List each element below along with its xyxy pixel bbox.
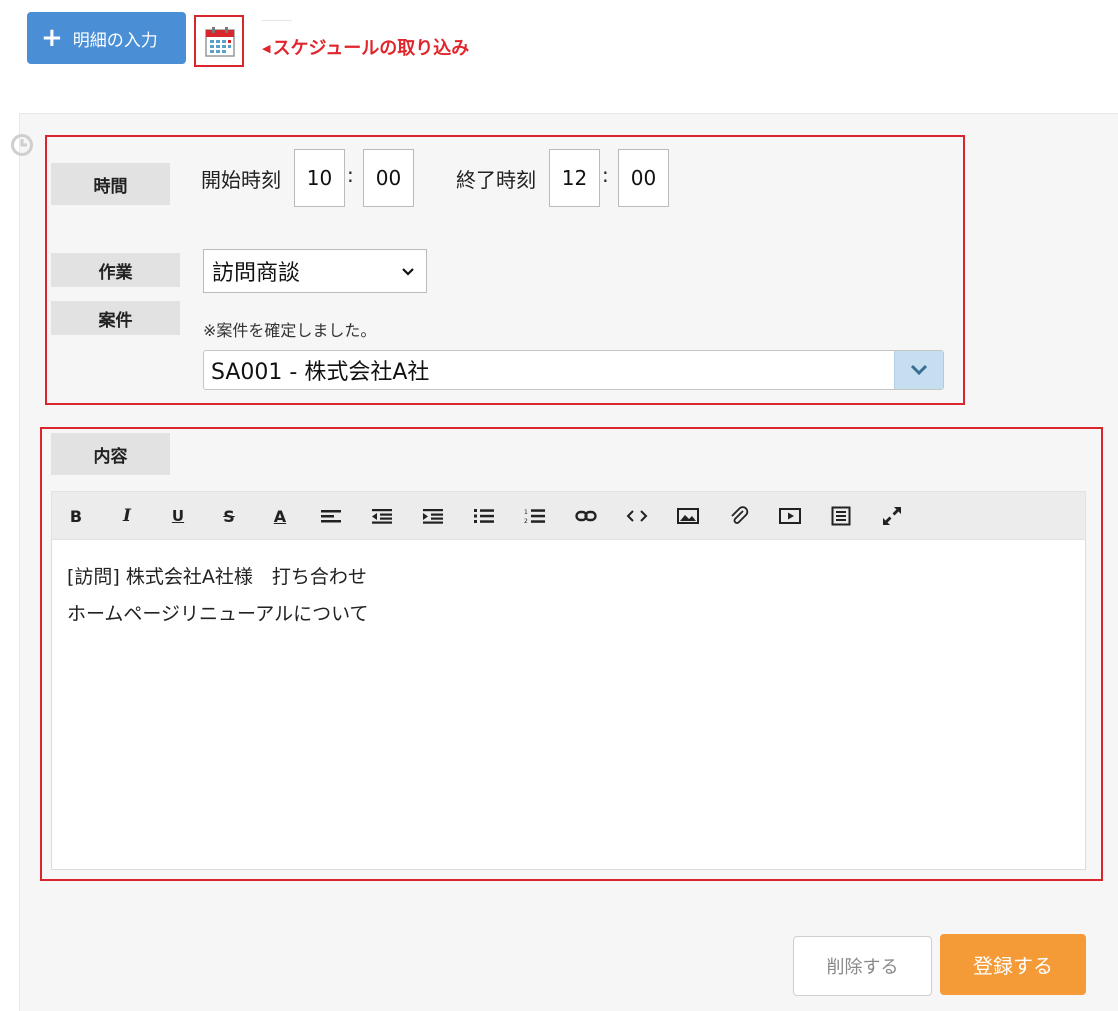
link-icon[interactable]: [574, 504, 598, 528]
strikethrough-icon[interactable]: S: [217, 504, 241, 528]
register-button[interactable]: 登録する: [940, 934, 1086, 995]
outdent-icon[interactable]: [370, 504, 394, 528]
bold-icon[interactable]: B: [64, 504, 88, 528]
start-hour-input[interactable]: 10: [294, 149, 345, 207]
image-icon[interactable]: [676, 504, 700, 528]
align-left-icon[interactable]: [319, 504, 343, 528]
calendar-icon: [205, 27, 235, 57]
case-dropdown-button[interactable]: [894, 351, 943, 389]
case-label: 案件: [51, 301, 180, 335]
svg-text:2: 2: [524, 518, 528, 524]
chevron-down-icon: [910, 364, 928, 376]
delete-button[interactable]: 削除する: [793, 936, 932, 996]
time-separator: :: [347, 163, 354, 187]
work-label: 作業: [51, 253, 180, 287]
editor-toolbar: B I U S A 12: [51, 491, 1086, 540]
bullet-list-icon[interactable]: [472, 504, 496, 528]
schedule-import-label: スケジュールの取り込み: [272, 38, 470, 59]
template-icon[interactable]: [829, 504, 853, 528]
end-hour-input[interactable]: 12: [549, 149, 600, 207]
case-select-value: SA001 - 株式会社A社: [211, 360, 430, 385]
case-select[interactable]: SA001 - 株式会社A社: [203, 350, 944, 390]
indent-icon[interactable]: [421, 504, 445, 528]
end-minute-input[interactable]: 00: [618, 149, 669, 207]
fullscreen-icon[interactable]: [880, 504, 904, 528]
end-time-label: 終了時刻: [456, 168, 536, 192]
content-line: ホームページリニューアルについて: [67, 603, 369, 625]
add-detail-button[interactable]: + 明細の入力: [27, 12, 186, 64]
schedule-import-button[interactable]: [194, 15, 244, 67]
time-separator: :: [602, 163, 609, 187]
numbered-list-icon[interactable]: 12: [523, 504, 547, 528]
video-icon[interactable]: [778, 504, 802, 528]
case-confirmed-note: ※案件を確定しました。: [203, 321, 377, 340]
add-detail-label: 明細の入力: [72, 30, 158, 51]
chevron-down-icon: [402, 268, 414, 276]
font-color-icon[interactable]: A: [268, 504, 292, 528]
work-select-value: 訪問商談: [212, 261, 301, 286]
italic-icon[interactable]: I: [115, 504, 139, 528]
triangle-left-icon: ◀: [262, 42, 271, 55]
code-icon[interactable]: [625, 504, 649, 528]
divider: [262, 20, 292, 21]
content-label: 内容: [51, 433, 170, 475]
time-label: 時間: [51, 163, 170, 205]
schedule-import-callout: ◀ スケジュールの取り込み: [262, 34, 469, 60]
start-minute-input[interactable]: 00: [363, 149, 414, 207]
clock-icon: [11, 134, 33, 156]
content-editor[interactable]: [訪問] 株式会社A社様 打ち合わせ ホームページリニューアルについて: [51, 540, 1086, 870]
attachment-icon[interactable]: [727, 504, 751, 528]
plus-icon: +: [41, 23, 63, 53]
underline-icon[interactable]: U: [166, 504, 190, 528]
work-select[interactable]: 訪問商談: [203, 249, 427, 293]
svg-text:1: 1: [524, 509, 528, 516]
content-line: [訪問] 株式会社A社様 打ち合わせ: [67, 566, 367, 588]
start-time-label: 開始時刻: [201, 168, 281, 192]
